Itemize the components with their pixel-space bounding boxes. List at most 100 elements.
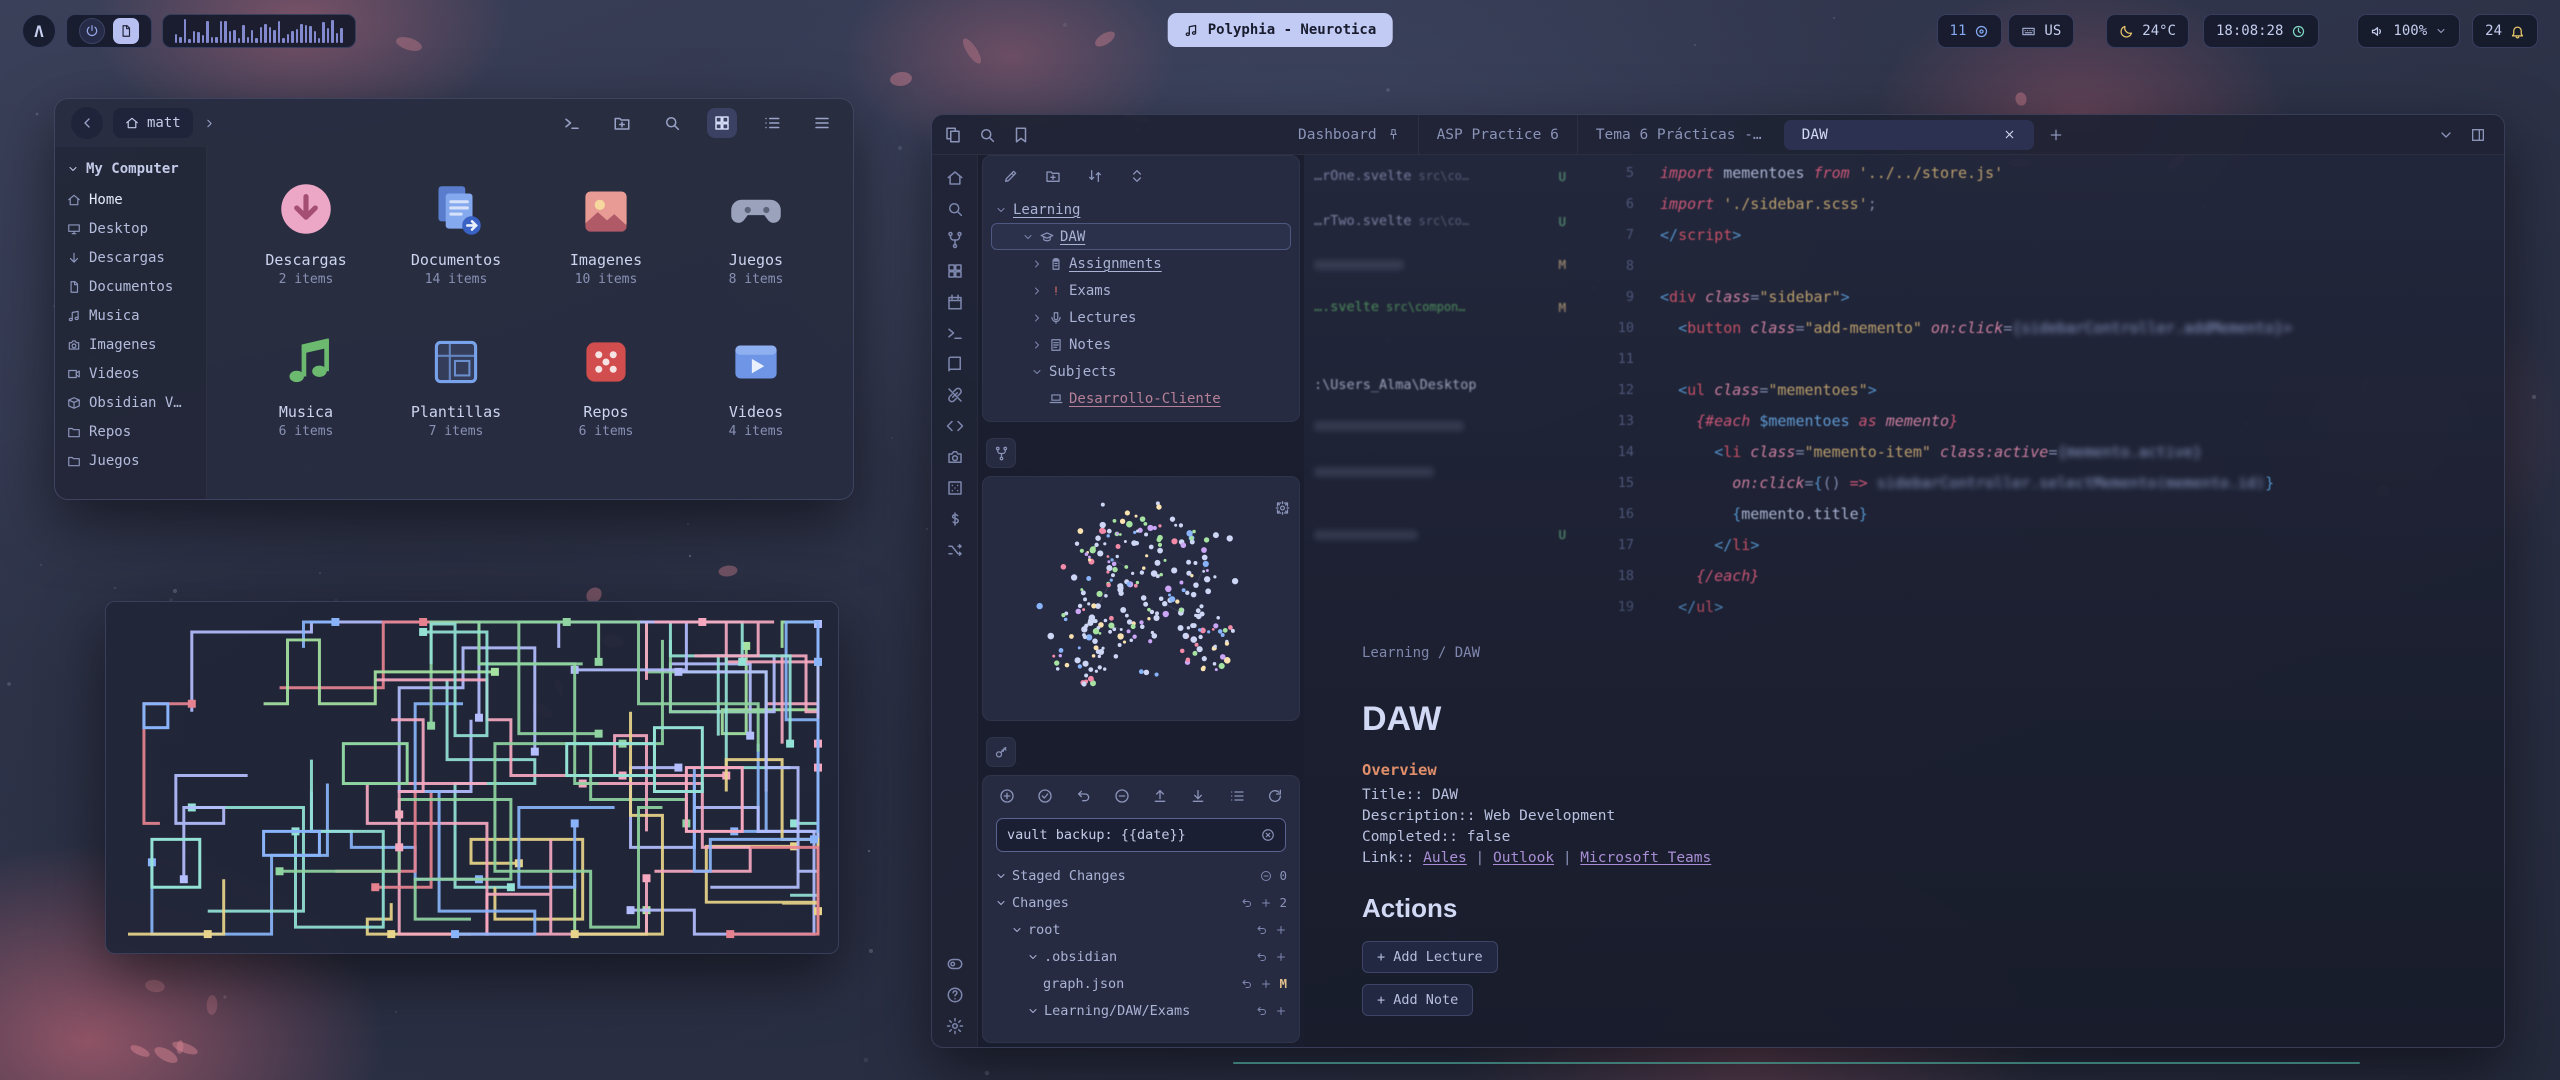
chevron-down-icon[interactable] — [1022, 231, 1034, 243]
back-button[interactable] — [71, 107, 103, 139]
undo-icon[interactable] — [1256, 1005, 1268, 1017]
sidebar-item-desktop[interactable]: Desktop — [67, 214, 194, 243]
weather-module[interactable]: 24°C — [2106, 14, 2189, 48]
chevron-right-icon[interactable] — [1031, 285, 1043, 297]
new-note-icon[interactable] — [1003, 168, 1019, 184]
sidebar-toggle-icon[interactable] — [946, 955, 964, 973]
notes-button[interactable] — [113, 18, 139, 44]
power-button[interactable] — [79, 18, 105, 44]
unstage-all-icon[interactable] — [1114, 788, 1130, 804]
dice-icon[interactable] — [946, 479, 964, 497]
graph-view[interactable] — [983, 477, 1299, 718]
new-tab-button[interactable] — [2048, 127, 2064, 143]
sidebar-item-videos[interactable]: Videos — [67, 359, 194, 388]
tab-dashboard[interactable]: Dashboard — [1280, 115, 1418, 154]
sidebar-item-obsidian-v[interactable]: Obsidian V… — [67, 388, 194, 417]
volume-module[interactable]: 100% — [2357, 14, 2460, 48]
search-icon[interactable] — [946, 200, 964, 218]
tree-item-desarrollo-cliente[interactable]: Desarrollo-Cliente — [983, 385, 1299, 412]
chevron-right-icon[interactable] — [1031, 339, 1043, 351]
git-item-graph-json[interactable]: graph.jsonM — [983, 970, 1299, 997]
tree-item-subjects[interactable]: Subjects — [983, 358, 1299, 385]
chevron-down-icon[interactable] — [995, 897, 1007, 909]
discard-icon[interactable] — [1076, 788, 1092, 804]
undo-icon[interactable] — [1241, 897, 1253, 909]
grid-view-button[interactable] — [707, 108, 737, 138]
folder-item-imagenes[interactable]: Imagenes10 items — [531, 169, 681, 321]
open-terminal-button[interactable] — [557, 108, 587, 138]
new-folder-button[interactable] — [607, 108, 637, 138]
graph-pane-tab[interactable] — [986, 438, 1016, 468]
collapse-all-icon[interactable] — [1129, 168, 1145, 184]
sidebar-item-juegos[interactable]: Juegos — [67, 446, 194, 475]
tree-item-notes[interactable]: Notes — [983, 331, 1299, 358]
chevron-down-icon[interactable] — [995, 870, 1007, 882]
keyboard-layout-module[interactable]: US — [2008, 14, 2074, 48]
sidebar-item-descargas[interactable]: Descargas — [67, 243, 194, 272]
tab-list-icon[interactable] — [2438, 127, 2454, 143]
sort-icon[interactable] — [1087, 168, 1103, 184]
tree-item-exams[interactable]: Exams — [983, 277, 1299, 304]
commit-icon[interactable] — [1037, 788, 1053, 804]
search-button[interactable] — [657, 108, 687, 138]
plus-icon[interactable] — [1275, 924, 1287, 936]
folder-item-musica[interactable]: Musica6 items — [231, 321, 381, 473]
git-pane-tab[interactable] — [986, 737, 1016, 767]
note-button-add-lecture[interactable]: + Add Lecture — [1362, 941, 1498, 973]
plus-icon[interactable] — [1275, 1005, 1287, 1017]
git-item-changes[interactable]: Changes2 — [983, 889, 1299, 916]
bookmarks-icon[interactable] — [1012, 126, 1030, 144]
plus-icon[interactable] — [1275, 951, 1287, 963]
tree-item-learning[interactable]: Learning — [983, 196, 1299, 223]
list-view-button[interactable] — [757, 108, 787, 138]
folder-item-documentos[interactable]: Documentos14 items — [381, 169, 531, 321]
dollar-icon[interactable] — [946, 510, 964, 528]
undo-icon[interactable] — [1241, 978, 1253, 990]
undo-icon[interactable] — [1256, 951, 1268, 963]
chevron-down-icon[interactable] — [1011, 924, 1023, 936]
canvas-icon[interactable] — [946, 262, 964, 280]
sidebar-item-musica[interactable]: Musica — [67, 301, 194, 330]
plus-icon[interactable] — [1260, 978, 1272, 990]
undo-icon[interactable] — [1256, 924, 1268, 936]
folder-item-juegos[interactable]: Juegos8 items — [681, 169, 831, 321]
note-link-microsoft-teams[interactable]: Microsoft Teams — [1580, 850, 1711, 866]
push-icon[interactable] — [1152, 788, 1168, 804]
note-button-add-note[interactable]: + Add Note — [1362, 984, 1473, 1016]
chevron-down-icon[interactable] — [1027, 1005, 1039, 1017]
search-icon[interactable] — [978, 126, 996, 144]
tab-daw[interactable]: DAW — [1784, 120, 2034, 150]
sidebar-section-header[interactable]: My Computer — [67, 161, 194, 177]
tree-item-daw[interactable]: DAW — [991, 223, 1291, 250]
git-item-root[interactable]: root — [983, 916, 1299, 943]
workspaces-module[interactable]: 11 — [1937, 14, 2003, 48]
folder-item-descargas[interactable]: Descargas2 items — [231, 169, 381, 321]
clock-module[interactable]: 18:08:28 — [2203, 14, 2319, 48]
vault-icon[interactable] — [946, 169, 964, 187]
code-icon[interactable] — [946, 417, 964, 435]
note-link-outlook[interactable]: Outlook — [1493, 850, 1554, 866]
git-item-obsidian[interactable]: .obsidian — [983, 943, 1299, 970]
notifications-module[interactable]: 24 — [2472, 14, 2538, 48]
git-item-staged-changes[interactable]: Staged Changes0 — [983, 862, 1299, 889]
tree-item-lectures[interactable]: Lectures — [983, 304, 1299, 331]
folder-item-repos[interactable]: Repos6 items — [531, 321, 681, 473]
folder-item-plantillas[interactable]: Plantillas7 items — [381, 321, 531, 473]
git-item-learning-daw-exams[interactable]: Learning/DAW/Exams — [983, 997, 1299, 1024]
menu-button[interactable] — [807, 108, 837, 138]
chevron-down-icon[interactable] — [1031, 366, 1043, 378]
chevron-right-icon[interactable] — [1031, 312, 1043, 324]
commit-message-input[interactable]: vault backup: {{date}} — [996, 818, 1286, 852]
chevron-right-icon[interactable] — [1031, 258, 1043, 270]
camera-icon[interactable] — [946, 448, 964, 466]
terminal-icon[interactable] — [946, 324, 964, 342]
change-view-icon[interactable] — [1229, 788, 1245, 804]
calendar-icon[interactable] — [946, 293, 964, 311]
files-icon[interactable] — [944, 126, 962, 144]
unlink-icon[interactable] — [946, 386, 964, 404]
chevron-down-icon[interactable] — [1027, 951, 1039, 963]
folder-item-videos[interactable]: Videos4 items — [681, 321, 831, 473]
refresh-icon[interactable] — [1267, 788, 1283, 804]
clear-icon[interactable] — [1261, 828, 1275, 842]
close-tab-icon[interactable] — [2003, 128, 2016, 141]
